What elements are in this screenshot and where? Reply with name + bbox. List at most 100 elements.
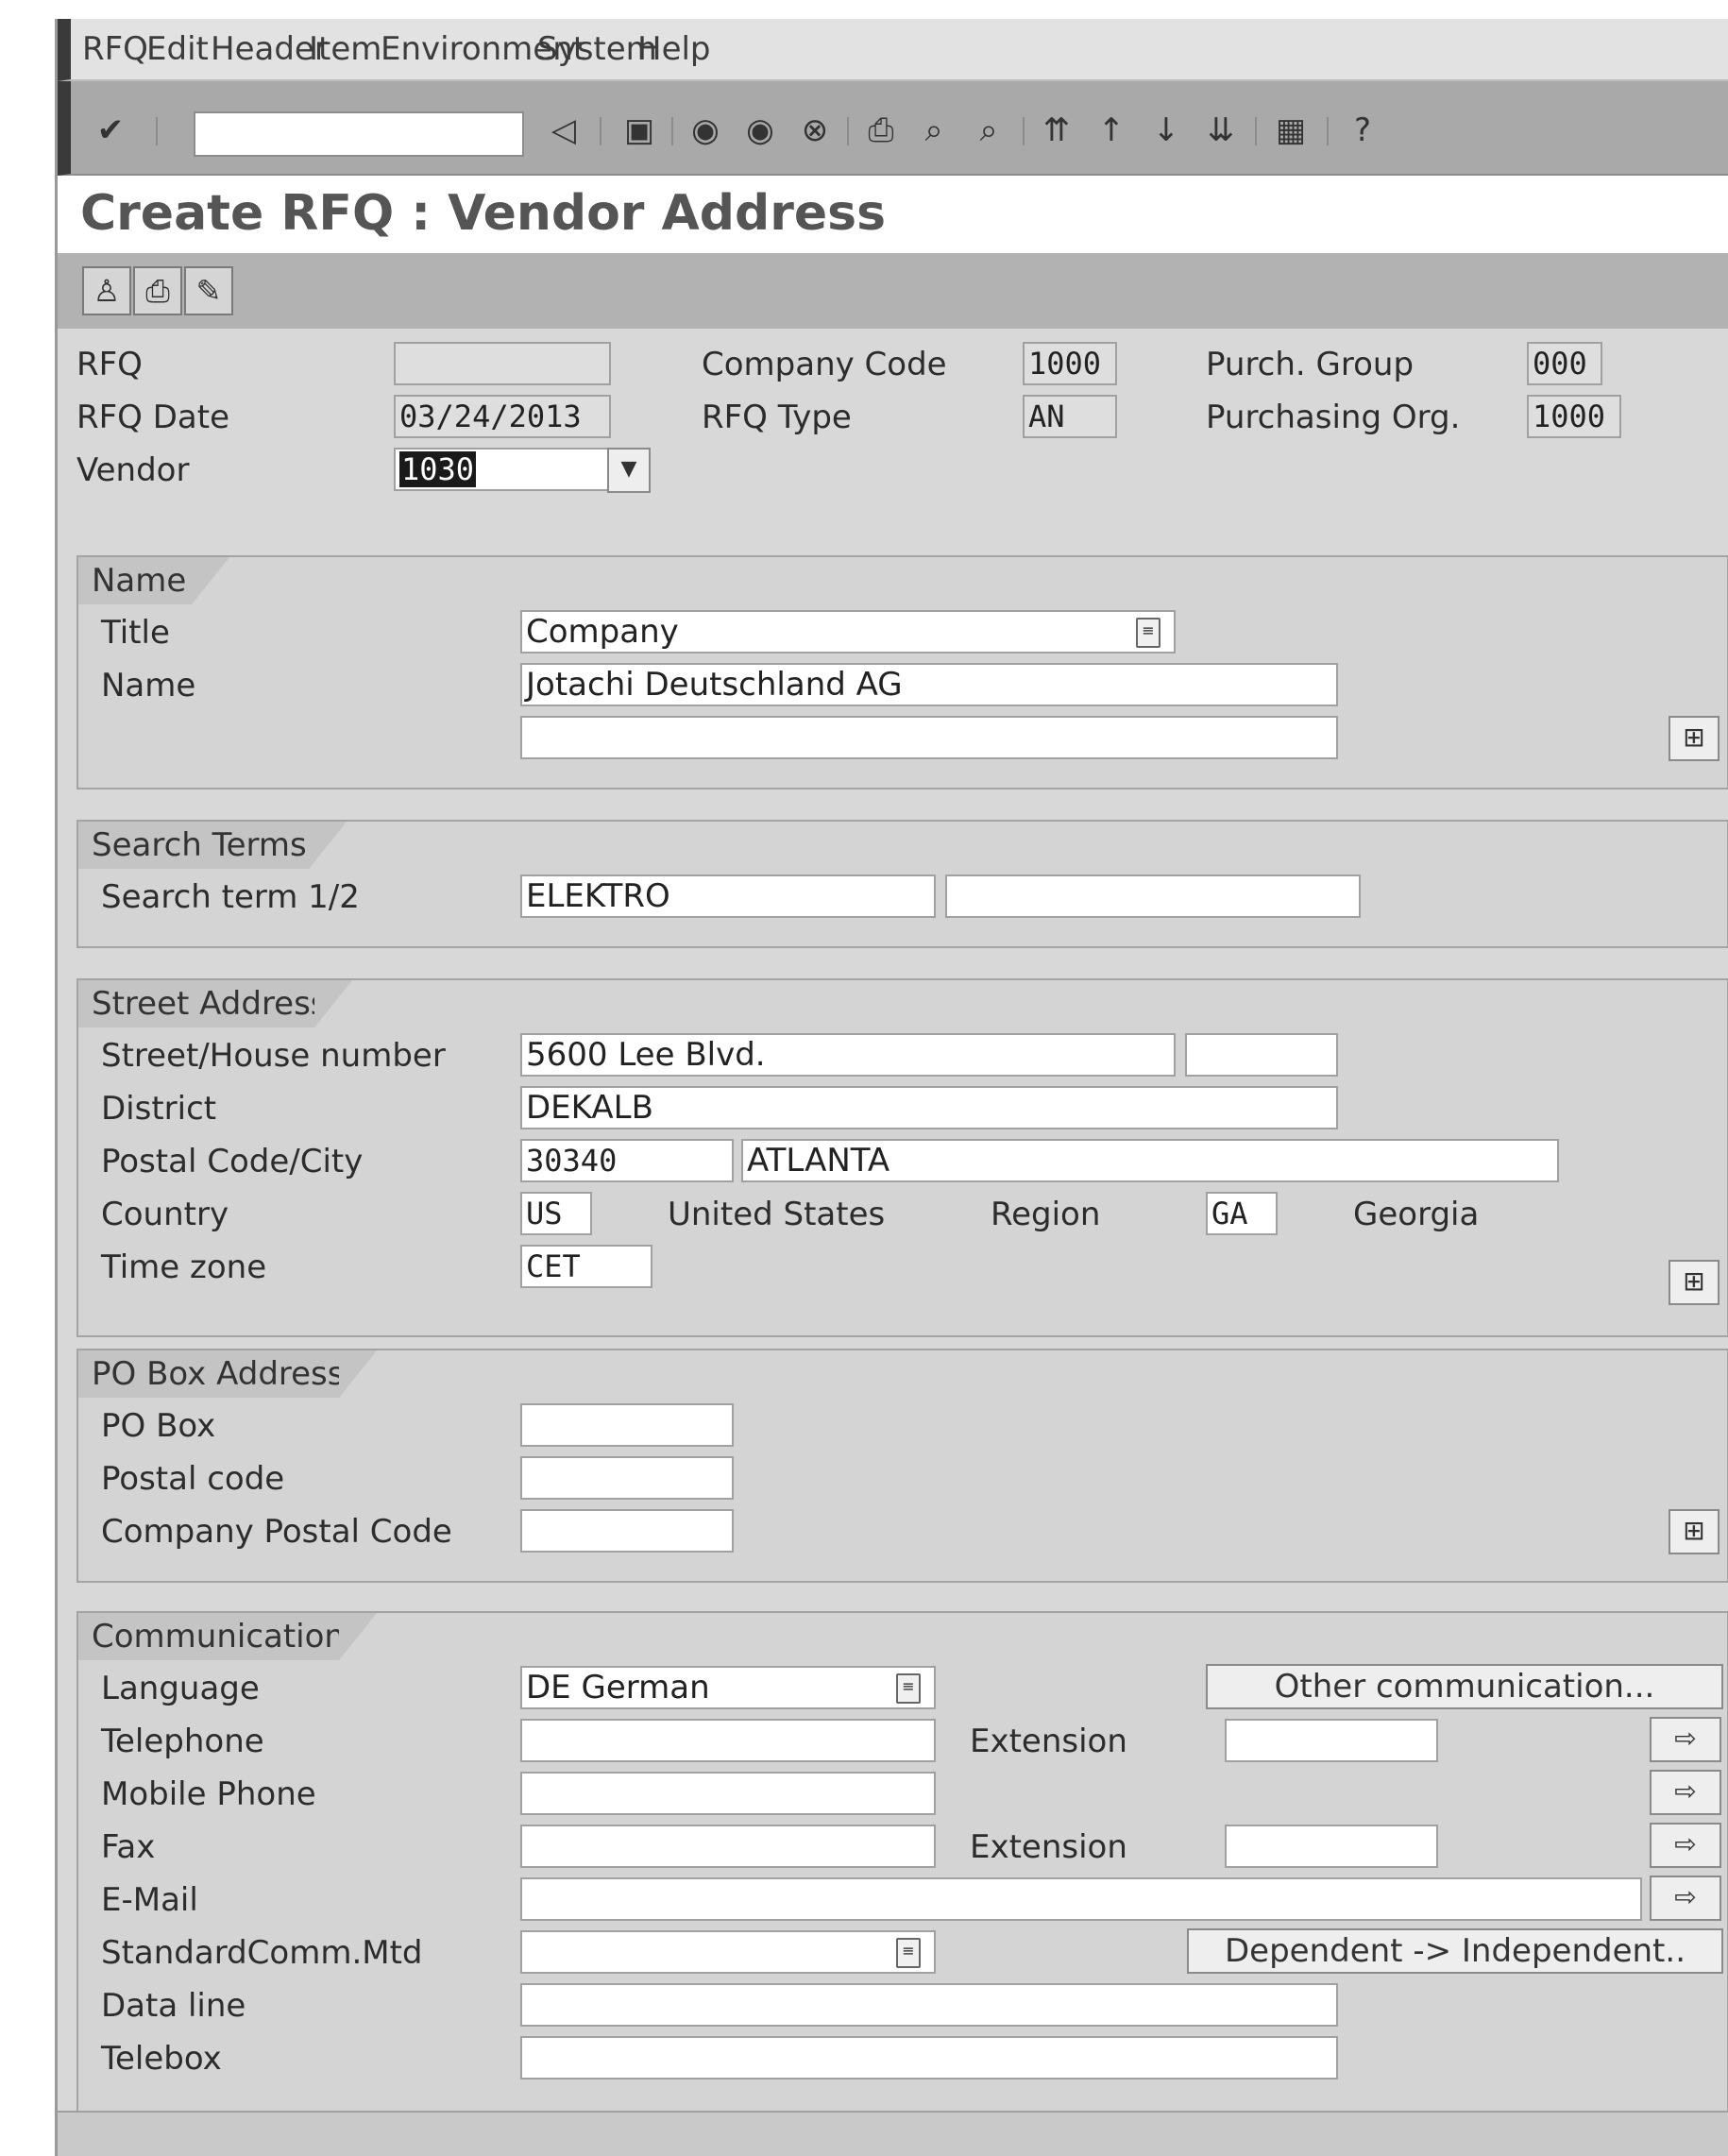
more-fields-icon[interactable]: ⊞: [1669, 1260, 1720, 1305]
vendor-field[interactable]: 1030: [394, 448, 609, 491]
district-label: District: [101, 1090, 217, 1128]
status-bar: [58, 2111, 1728, 2156]
first-page-icon[interactable]: ⇈: [1036, 110, 1077, 151]
find-icon[interactable]: ⌕: [913, 110, 955, 151]
value-help-icon[interactable]: ≡: [1136, 618, 1160, 648]
communication-group-title: Communication: [78, 1613, 377, 1660]
more-fields-icon[interactable]: ⊞: [1669, 1509, 1720, 1554]
standard-comm-label: StandardComm.Mtd: [101, 1934, 423, 1972]
toolbar-separator: [847, 117, 849, 145]
street-field[interactable]: 5600 Lee Blvd.: [520, 1033, 1176, 1077]
vendor-person-icon[interactable]: ♙: [82, 266, 131, 315]
cancel-icon[interactable]: ⊗: [794, 110, 836, 151]
menu-help[interactable]: Help: [637, 30, 711, 68]
toolbar-separator: [671, 117, 673, 145]
po-box-group: PO Box Address PO Box Postal code Compan…: [76, 1349, 1728, 1583]
rfq-field: [394, 342, 611, 385]
vendor-label: Vendor: [76, 451, 190, 489]
region-field[interactable]: GA: [1206, 1192, 1278, 1235]
back-icon[interactable]: ◉: [685, 110, 726, 151]
mobile-phone-field[interactable]: [520, 1772, 936, 1815]
collapse-arrow-icon[interactable]: ◁: [543, 110, 584, 151]
other-communication-button[interactable]: Other communication...: [1206, 1664, 1723, 1709]
po-box-label: PO Box: [101, 1407, 216, 1445]
rfq-date-label: RFQ Date: [76, 399, 230, 436]
language-field[interactable]: DE German ≡: [520, 1666, 936, 1709]
exit-icon[interactable]: ◉: [739, 110, 781, 151]
print-icon[interactable]: ⎙: [860, 110, 902, 151]
dependent-independent-button[interactable]: Dependent -> Independent..: [1187, 1928, 1723, 1974]
telephone-more-arrow-icon[interactable]: ⇨: [1650, 1717, 1721, 1762]
menu-edit[interactable]: Edit: [146, 30, 209, 68]
telephone-extension-field[interactable]: [1225, 1719, 1438, 1762]
title-value: Company: [526, 613, 679, 651]
fax-extension-field[interactable]: [1225, 1825, 1438, 1868]
name-field[interactable]: Jotachi Deutschland AG: [520, 663, 1338, 706]
data-line-field[interactable]: [520, 1983, 1338, 2027]
rfq-label: RFQ: [76, 346, 143, 383]
search-term2-field[interactable]: [945, 874, 1361, 918]
time-zone-field[interactable]: CET: [520, 1245, 652, 1288]
po-box-field[interactable]: [520, 1403, 734, 1447]
value-help-icon[interactable]: ≡: [896, 1938, 921, 1968]
more-fields-icon[interactable]: ⊞: [1669, 716, 1720, 761]
email-more-arrow-icon[interactable]: ⇨: [1650, 1876, 1721, 1921]
telephone-field[interactable]: [520, 1719, 936, 1762]
rfq-type-label: RFQ Type: [702, 399, 852, 436]
language-label: Language: [101, 1670, 260, 1707]
save-icon[interactable]: ▣: [618, 110, 660, 151]
standard-comm-field[interactable]: ≡: [520, 1930, 936, 1974]
menu-item[interactable]: Item: [309, 30, 381, 68]
telephone-label: Telephone: [101, 1723, 264, 1760]
telebox-field[interactable]: [520, 2036, 1338, 2080]
street-address-group-title: Street Address: [78, 980, 352, 1027]
extension-label: Extension: [970, 1723, 1127, 1760]
company-postal-code-label: Company Postal Code: [101, 1513, 452, 1551]
city-field[interactable]: ATLANTA: [741, 1139, 1559, 1182]
command-field[interactable]: [194, 111, 524, 157]
time-zone-label: Time zone: [101, 1248, 267, 1286]
next-page-icon[interactable]: ↓: [1145, 110, 1187, 151]
toolbar-separator: [1255, 117, 1257, 145]
vendor-value: 1030: [399, 451, 477, 487]
search-term1-field[interactable]: ELEKTRO: [520, 874, 936, 918]
fax-extension-label: Extension: [970, 1828, 1127, 1866]
language-value: DE German: [526, 1669, 710, 1706]
help-icon[interactable]: ?: [1342, 110, 1383, 151]
edit-pencil-icon[interactable]: ✎: [184, 266, 233, 315]
name-group-title: Name: [78, 557, 229, 604]
purch-org-field: 1000: [1527, 395, 1621, 438]
title-field[interactable]: Company ≡: [520, 610, 1176, 654]
menu-bar: RFQ Edit Header Item Environment System …: [58, 19, 1728, 81]
name-group: Name Title Company ≡ Name Jotachi Deutsc…: [76, 555, 1728, 789]
name-label: Name: [101, 667, 196, 705]
layout-menu-icon[interactable]: ▦: [1270, 110, 1312, 151]
name2-field[interactable]: [520, 716, 1338, 759]
menu-rfq[interactable]: RFQ: [82, 30, 148, 68]
po-postal-code-field[interactable]: [520, 1456, 734, 1500]
previous-page-icon[interactable]: ↑: [1091, 110, 1132, 151]
country-field[interactable]: US: [520, 1192, 592, 1235]
search-terms-group: Search Terms Search term 1/2 ELEKTRO: [76, 820, 1728, 948]
print-preview-icon[interactable]: ⎙: [133, 266, 182, 315]
email-field[interactable]: [520, 1877, 1642, 1921]
postal-code-field[interactable]: 30340: [520, 1139, 734, 1182]
application-toolbar: ♙ ⎙ ✎: [58, 253, 1728, 329]
enter-checkmark-icon[interactable]: ✔: [90, 110, 131, 151]
country-name: United States: [668, 1196, 886, 1233]
value-help-icon[interactable]: ≡: [896, 1673, 921, 1704]
company-postal-code-field[interactable]: [520, 1509, 734, 1553]
house-number-field[interactable]: [1185, 1033, 1338, 1077]
purch-org-label: Purchasing Org.: [1206, 399, 1461, 436]
last-page-icon[interactable]: ⇊: [1200, 110, 1242, 151]
mobile-phone-label: Mobile Phone: [101, 1775, 316, 1813]
fax-more-arrow-icon[interactable]: ⇨: [1650, 1823, 1721, 1868]
find-next-icon[interactable]: ⌕: [968, 110, 1009, 151]
fax-field[interactable]: [520, 1825, 936, 1868]
purch-group-field: 000: [1527, 342, 1602, 385]
vendor-dropdown-icon[interactable]: ▼: [607, 448, 651, 493]
postal-city-label: Postal Code/City: [101, 1143, 364, 1180]
mobile-more-arrow-icon[interactable]: ⇨: [1650, 1770, 1721, 1815]
purch-group-label: Purch. Group: [1206, 346, 1415, 383]
district-field[interactable]: DEKALB: [520, 1086, 1338, 1129]
